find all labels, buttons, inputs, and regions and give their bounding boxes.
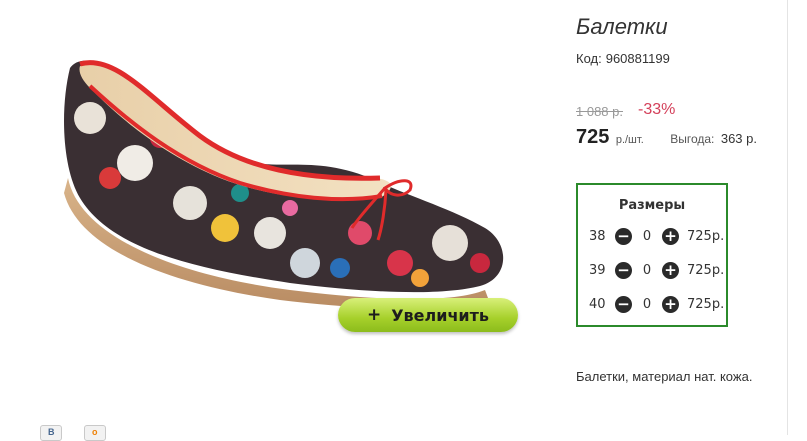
product-description: Балетки, материал нат. кожа. <box>576 369 753 384</box>
size-row: 39 − 0 + 725р. <box>589 260 724 280</box>
product-image[interactable] <box>40 28 520 328</box>
quantity-value: 0 <box>642 228 652 244</box>
size-price: 725р. <box>687 228 725 244</box>
decrease-quantity-button[interactable]: − <box>615 226 632 245</box>
page-edge-divider <box>787 0 788 435</box>
plus-icon: + <box>664 226 677 245</box>
sizes-panel: Размеры 38 − 0 + 725р. 39 − 0 + 725р. 40… <box>576 183 728 327</box>
benefit-value: 363 р. <box>720 131 757 146</box>
vk-share-button[interactable]: В <box>40 425 62 441</box>
old-price: 1 088 р. <box>576 104 623 119</box>
size-number: 39 <box>589 262 606 278</box>
size-row: 38 − 0 + 725р. <box>589 226 724 246</box>
odnoklassniki-icon: о <box>92 427 98 437</box>
zoom-button-label: Увеличить <box>391 305 490 325</box>
decrease-quantity-button[interactable]: − <box>615 294 632 313</box>
product-code-value: 960881199 <box>605 51 670 66</box>
size-price: 725р. <box>687 296 725 312</box>
discount-badge: -33% <box>638 101 676 118</box>
size-price: 725р. <box>687 262 725 278</box>
increase-quantity-button[interactable]: + <box>662 260 679 279</box>
size-number: 38 <box>589 228 606 244</box>
current-price: 725 <box>576 126 610 148</box>
plus-icon: + <box>664 294 677 313</box>
size-number: 40 <box>589 296 606 312</box>
odnoklassniki-share-button[interactable]: о <box>84 425 106 441</box>
product-code: Код: 960881199 <box>576 51 670 66</box>
price-unit: р./шт. <box>615 134 644 146</box>
product-title: Балетки <box>576 14 668 39</box>
plus-icon: + <box>366 305 382 325</box>
increase-quantity-button[interactable]: + <box>662 226 679 245</box>
benefit-label: Выгода: <box>670 132 715 146</box>
vk-icon: В <box>48 427 55 437</box>
quantity-value: 0 <box>642 262 652 278</box>
price-row: 725 р./шт. Выгода: 363 р. <box>576 126 757 149</box>
minus-icon: − <box>617 260 630 279</box>
decrease-quantity-button[interactable]: − <box>615 260 632 279</box>
minus-icon: − <box>617 226 630 245</box>
zoom-button[interactable]: + Увеличить <box>338 298 518 332</box>
plus-icon: + <box>664 260 677 279</box>
quantity-value: 0 <box>642 296 652 312</box>
minus-icon: − <box>617 294 630 313</box>
product-code-label: Код: <box>576 51 602 66</box>
sizes-title: Размеры <box>618 198 686 213</box>
increase-quantity-button[interactable]: + <box>662 294 679 313</box>
size-row: 40 − 0 + 725р. <box>589 294 724 314</box>
